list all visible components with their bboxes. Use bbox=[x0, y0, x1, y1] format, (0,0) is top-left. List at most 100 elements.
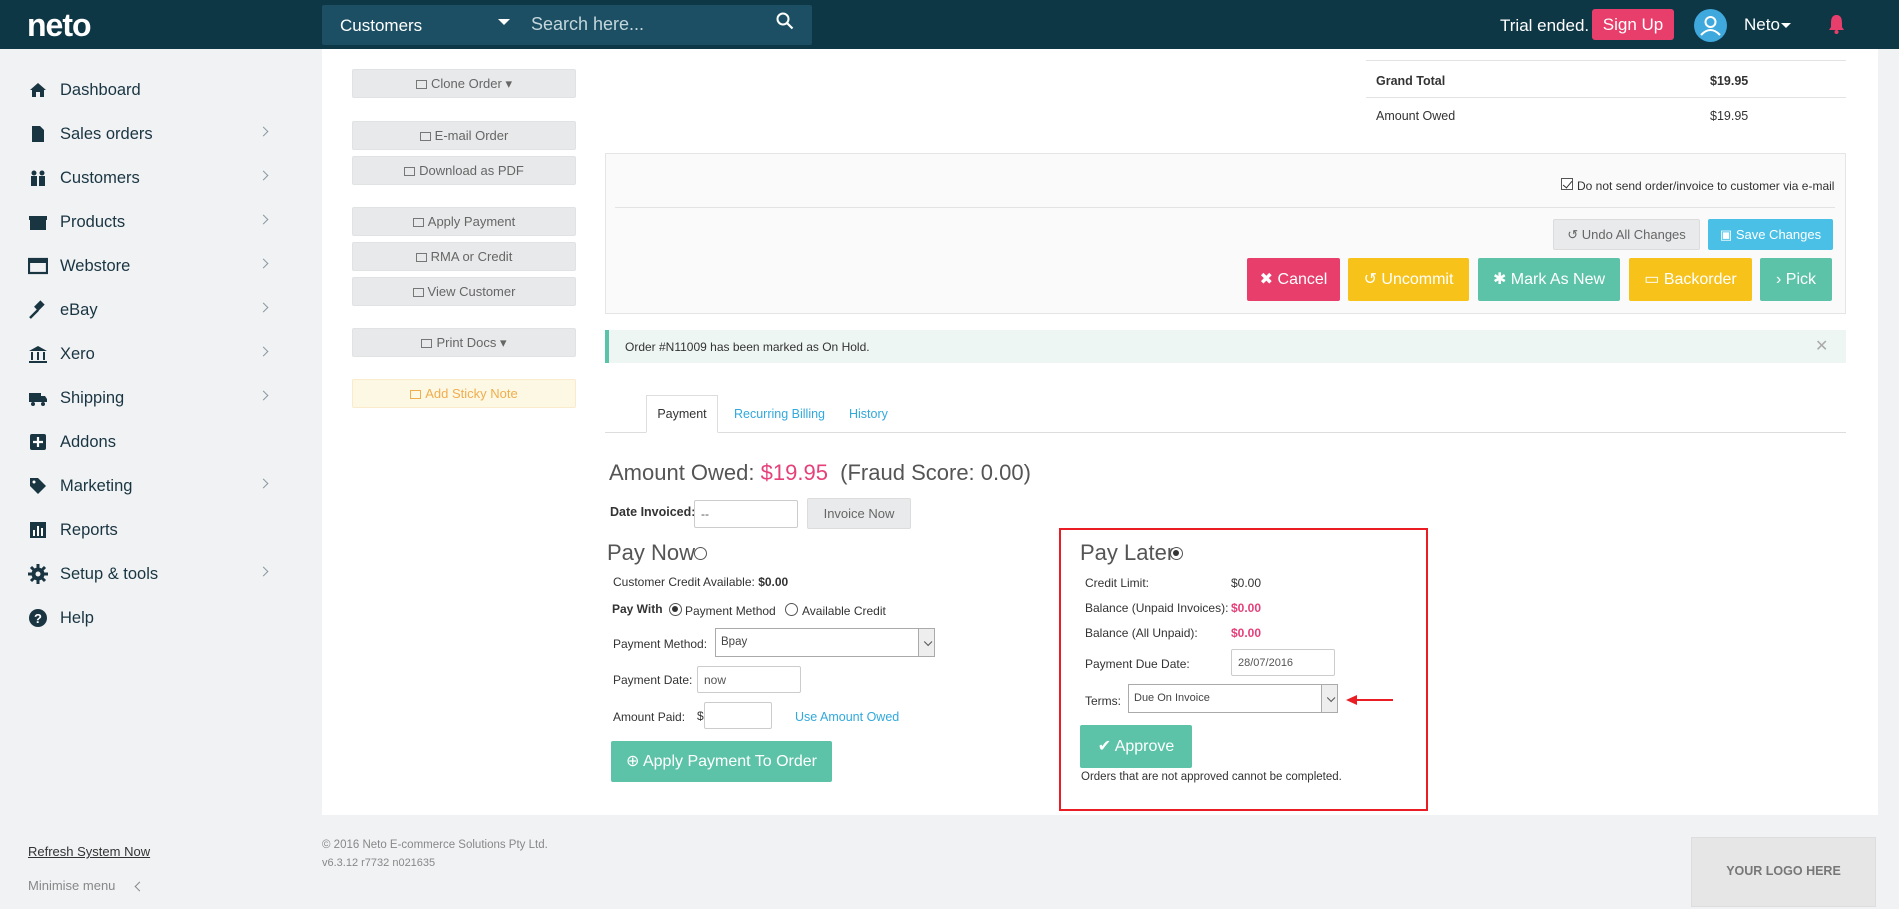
print-docs-button[interactable]: Print Docs ▾ bbox=[352, 328, 576, 357]
payment-method-select[interactable]: Bpay bbox=[715, 628, 935, 657]
sidebar-item-marketing[interactable]: Marketing bbox=[28, 471, 273, 501]
terms-value: Due On Invoice bbox=[1134, 692, 1210, 704]
pay-now-heading: Pay Now bbox=[607, 540, 696, 565]
print-icon bbox=[421, 339, 433, 348]
clone-order-label: Clone Order bbox=[431, 76, 502, 91]
gavel-icon bbox=[28, 300, 50, 320]
chevron-down-icon[interactable] bbox=[918, 629, 934, 656]
chevron-right-icon[interactable] bbox=[258, 390, 269, 401]
close-icon[interactable]: ✕ bbox=[1815, 336, 1828, 356]
sidebar-item-addons[interactable]: Addons bbox=[28, 427, 273, 457]
cancel-button[interactable]: ✖ Cancel bbox=[1247, 258, 1340, 301]
chevron-right-icon[interactable] bbox=[258, 346, 269, 357]
file-icon bbox=[28, 124, 50, 144]
clone-order-button[interactable]: Clone Order ▾ bbox=[352, 69, 576, 98]
add-sticky-note-button[interactable]: Add Sticky Note bbox=[352, 379, 576, 408]
window-icon bbox=[27, 256, 50, 276]
tab-payment[interactable]: Payment bbox=[646, 395, 718, 433]
sidebar-item-setup-tools[interactable]: Setup & tools bbox=[28, 559, 273, 589]
bell-icon[interactable] bbox=[1828, 14, 1845, 34]
undo-label: Undo All Changes bbox=[1581, 227, 1686, 242]
invoice-now-button[interactable]: Invoice Now bbox=[807, 498, 911, 529]
sidebar-item-shipping[interactable]: Shipping bbox=[28, 383, 273, 413]
pay-now-radio[interactable] bbox=[694, 547, 707, 560]
apply-payment-button[interactable]: Apply Payment bbox=[352, 207, 576, 236]
sidebar-item-dashboard[interactable]: Dashboard bbox=[28, 75, 273, 105]
uncommit-button[interactable]: ↺ Uncommit bbox=[1348, 258, 1469, 301]
amount-owed-heading: Amount Owed: $19.95 (Fraud Score: 0.00) bbox=[609, 460, 1031, 486]
undo-all-changes-button[interactable]: ↺ Undo All Changes bbox=[1553, 219, 1700, 250]
sidebar-item-ebay[interactable]: eBay bbox=[28, 295, 273, 325]
backorder-label: Backorder bbox=[1663, 271, 1737, 288]
chevron-right-icon[interactable] bbox=[258, 214, 269, 225]
sidebar-item-label: Dashboard bbox=[60, 80, 141, 99]
gift-icon bbox=[28, 212, 50, 232]
terms-select[interactable]: Due On Invoice bbox=[1128, 684, 1338, 713]
chevron-right-icon[interactable] bbox=[258, 170, 269, 181]
terms-label: Terms: bbox=[1085, 694, 1121, 708]
version: v6.3.12 r7732 n021635 bbox=[322, 857, 436, 869]
tab-recurring-billing[interactable]: Recurring Billing bbox=[734, 407, 825, 421]
chevron-down-icon[interactable] bbox=[1781, 23, 1791, 28]
payment-date-input[interactable] bbox=[697, 666, 801, 693]
mark-as-new-button[interactable]: ✱ Mark As New bbox=[1478, 258, 1620, 301]
balance-unpaid-invoices-label: Balance (Unpaid Invoices): bbox=[1085, 601, 1229, 615]
download-pdf-button[interactable]: Download as PDF bbox=[352, 156, 576, 185]
sign-up-button[interactable]: Sign Up bbox=[1592, 9, 1674, 40]
sidebar-item-sales-orders[interactable]: Sales orders bbox=[28, 119, 273, 149]
sidebar-item-label: Webstore bbox=[60, 256, 131, 275]
search-input[interactable] bbox=[531, 10, 771, 38]
backorder-button[interactable]: ▭ Backorder bbox=[1629, 258, 1752, 301]
amount-paid-input[interactable] bbox=[704, 702, 772, 729]
chevron-right-icon[interactable] bbox=[258, 302, 269, 313]
sidebar-item-webstore[interactable]: Webstore bbox=[27, 251, 273, 281]
date-invoiced-label: Date Invoiced: bbox=[610, 505, 696, 519]
email-order-label: E-mail Order bbox=[434, 128, 509, 143]
sidebar-item-reports[interactable]: Reports bbox=[28, 515, 273, 545]
amount-owed-heading-label: Amount Owed: bbox=[609, 460, 755, 485]
sidebar-item-products[interactable]: Products bbox=[28, 207, 273, 237]
chevron-right-icon[interactable] bbox=[258, 258, 269, 269]
chevron-right-icon[interactable] bbox=[258, 566, 269, 577]
sidebar-item-customers[interactable]: Customers bbox=[28, 163, 273, 193]
balance-unpaid-invoices-value: $0.00 bbox=[1231, 601, 1262, 615]
available-credit-radio[interactable] bbox=[785, 603, 798, 616]
chevron-down-icon[interactable] bbox=[498, 19, 510, 25]
save-changes-button[interactable]: ▣ Save Changes bbox=[1708, 219, 1833, 250]
tab-history[interactable]: History bbox=[849, 407, 888, 421]
sidebar-item-help[interactable]: ? Help bbox=[28, 603, 273, 633]
sidebar-item-label: Products bbox=[60, 212, 126, 231]
approve-button[interactable]: ✔ Approve bbox=[1080, 725, 1192, 768]
user-menu[interactable]: Neto bbox=[1744, 15, 1780, 35]
chevron-down-icon[interactable] bbox=[1321, 685, 1337, 712]
chevron-right-icon[interactable] bbox=[258, 478, 269, 489]
email-order-button[interactable]: E-mail Order bbox=[352, 121, 576, 150]
pay-later-radio[interactable] bbox=[1170, 547, 1183, 560]
apply-payment-to-order-label: Apply Payment To Order bbox=[642, 753, 817, 770]
available-credit-option-label: Available Credit bbox=[802, 604, 886, 618]
approve-label: Approve bbox=[1114, 738, 1175, 755]
search-icon[interactable] bbox=[776, 12, 794, 30]
payment-due-date-input[interactable] bbox=[1231, 649, 1335, 676]
sidebar-item-xero[interactable]: Xero bbox=[28, 339, 273, 369]
minimise-menu-link[interactable]: Minimise menu bbox=[28, 878, 115, 893]
grand-total-value: $19.95 bbox=[1710, 74, 1749, 88]
neto-logo[interactable]: neto bbox=[27, 7, 92, 44]
bank-icon bbox=[28, 344, 50, 364]
amount-paid-label: Amount Paid: bbox=[613, 710, 686, 724]
use-amount-owed-link[interactable]: Use Amount Owed bbox=[795, 710, 899, 724]
pick-button[interactable]: › Pick bbox=[1760, 258, 1832, 301]
rma-credit-button[interactable]: RMA or Credit bbox=[352, 242, 576, 271]
apply-payment-to-order-button[interactable]: ⊕ Apply Payment To Order bbox=[611, 741, 832, 782]
view-customer-button[interactable]: View Customer bbox=[352, 277, 576, 306]
search-category-select[interactable]: Customers bbox=[340, 16, 422, 36]
refresh-system-link[interactable]: Refresh System Now bbox=[28, 844, 150, 859]
avatar[interactable] bbox=[1694, 9, 1727, 42]
envelope-icon bbox=[419, 132, 431, 141]
credit-limit-value: $0.00 bbox=[1231, 576, 1262, 590]
payment-method-radio[interactable] bbox=[669, 603, 682, 616]
no-send-checkbox[interactable] bbox=[1561, 178, 1573, 190]
date-invoiced-input[interactable] bbox=[694, 500, 798, 528]
chevron-right-icon[interactable] bbox=[258, 126, 269, 137]
currency-symbol: $ bbox=[697, 709, 704, 723]
